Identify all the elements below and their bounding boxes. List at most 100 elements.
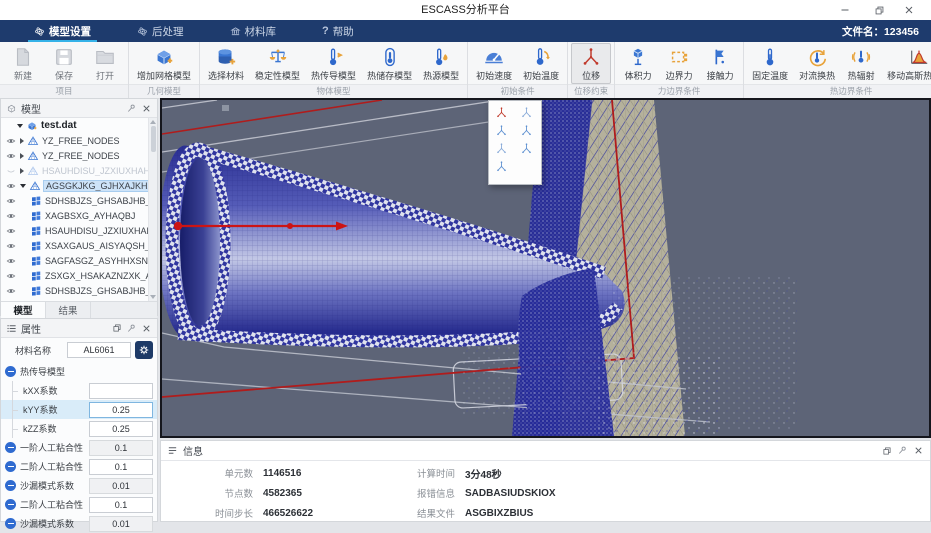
toolbar-button-select-material[interactable]: 选择材料 — [203, 43, 249, 84]
tree-item[interactable]: XSAXGAUS_AISYAQSH_ASHX — [1, 238, 157, 253]
tree-item-selected[interactable]: AGSGKJKG_GJHXAJKHXA — [1, 178, 157, 193]
list-icon — [167, 445, 178, 456]
scale-icon — [267, 46, 289, 68]
axes-red-icon[interactable] — [490, 103, 512, 121]
axes-blue-icon[interactable] — [515, 103, 537, 121]
axes-blue-icon[interactable] — [515, 121, 537, 139]
collapse-arrow-icon[interactable] — [20, 138, 24, 144]
toolbar-group-project: 新建 保存 打开 项目 — [0, 42, 129, 98]
tab-model[interactable]: 模型 — [1, 302, 46, 318]
close-button[interactable] — [895, 0, 923, 20]
tree-item[interactable]: SDHSBJZS_GHSABJHB_ZAHU — [1, 283, 157, 298]
toolbar-button-add-mesh-model[interactable]: 增加网格模型 — [132, 43, 196, 84]
toolbar-button-body-force[interactable]: 体积力 — [618, 43, 658, 84]
expand-arrow-icon[interactable] — [17, 124, 23, 128]
tree-item[interactable]: SDHSBJZS_GHSABJHB_ZAHU — [1, 193, 157, 208]
info-panel: 信息 单元数 1146516 计算时间 3分48秒 节点数 4582365 报错… — [160, 440, 931, 522]
eye-closed-icon[interactable] — [5, 166, 17, 176]
radiation-icon — [850, 46, 872, 68]
tree-scrollbar[interactable] — [148, 118, 157, 301]
atom-icon — [137, 26, 148, 37]
section-heat-conduction[interactable]: 热传导模型 — [1, 362, 157, 381]
eye-icon[interactable] — [5, 136, 17, 146]
toolbar-button-displacement[interactable]: 位移 — [571, 43, 611, 84]
collapse-minus-icon[interactable] — [5, 442, 16, 453]
collapse-minus-icon[interactable] — [5, 366, 16, 377]
eye-icon[interactable] — [5, 271, 17, 281]
toolbar-button-boundary-force[interactable]: 边界力 — [659, 43, 699, 84]
axes-blue-icon[interactable] — [490, 139, 512, 157]
info-panel-header: 信息 — [161, 441, 930, 461]
restore-icon[interactable] — [882, 446, 892, 456]
kzz-field[interactable]: 0.25 — [89, 421, 153, 437]
toolbar-button-thermal-radiation[interactable]: 热辐射 — [841, 43, 881, 84]
material-name-field[interactable]: AL6061 — [67, 342, 131, 358]
toolbar-button-open[interactable]: 打开 — [85, 43, 125, 84]
hourglass-2-field[interactable]: 0.01 — [89, 516, 153, 532]
scroll-down-icon[interactable] — [150, 295, 156, 299]
scrollbar-thumb[interactable] — [151, 126, 156, 152]
kxx-field[interactable] — [89, 383, 153, 399]
viscosity-3-field[interactable]: 0.1 — [89, 497, 153, 513]
pin-icon[interactable] — [126, 103, 137, 114]
toolbar-button-moving-gauss-heat-flux[interactable]: 移动高斯热通量 — [882, 43, 931, 84]
restore-icon[interactable] — [112, 323, 122, 333]
pin-icon[interactable] — [897, 445, 908, 456]
pin-icon[interactable] — [126, 323, 137, 334]
toolbar-button-save[interactable]: 保存 — [44, 43, 84, 84]
menu-post-processing[interactable]: 后处理 — [125, 20, 196, 42]
material-settings-button[interactable] — [135, 341, 153, 359]
tab-results[interactable]: 结果 — [46, 302, 91, 318]
toolbar-button-fixed-temperature[interactable]: 固定温度 — [747, 43, 793, 84]
toolbar-button-heat-conduction-model[interactable]: 热传导模型 — [306, 43, 361, 84]
viscosity-1-field[interactable]: 0.1 — [89, 440, 153, 456]
viscosity-2-field[interactable]: 0.1 — [89, 459, 153, 475]
eye-icon[interactable] — [5, 226, 17, 236]
axes-blue-icon[interactable] — [490, 121, 512, 139]
collapse-minus-icon[interactable] — [5, 480, 16, 491]
toolbar-button-convection[interactable]: 对流换热 — [794, 43, 840, 84]
toolbar-button-initial-velocity[interactable]: 初始速度 — [471, 43, 517, 84]
toolbar-button-stability-model[interactable]: 稳定性模型 — [250, 43, 305, 84]
kyy-field[interactable]: 0.25 — [89, 402, 153, 418]
tree-item[interactable]: ZSXGX_HSAKAZNZXK_AMASX — [1, 268, 157, 283]
eye-icon[interactable] — [5, 181, 17, 191]
menu-material-library[interactable]: 材料库 — [218, 20, 289, 42]
toolbar-button-initial-temperature[interactable]: 初始温度 — [518, 43, 564, 84]
close-icon[interactable] — [141, 103, 152, 114]
tree-item[interactable]: XAGBSXG_AYHAQBJ — [1, 208, 157, 223]
collapse-minus-icon[interactable] — [5, 518, 16, 529]
eye-icon[interactable] — [5, 286, 17, 296]
eye-icon[interactable] — [5, 196, 17, 206]
collapse-minus-icon[interactable] — [5, 461, 16, 472]
collapse-arrow-icon[interactable] — [20, 153, 24, 159]
eye-icon[interactable] — [5, 241, 17, 251]
axes-blue-icon[interactable] — [515, 139, 537, 157]
eye-icon[interactable] — [5, 256, 17, 266]
close-icon[interactable] — [913, 445, 924, 456]
tree-item[interactable]: HSAUHDISU_JZXIUXHAHX — [1, 163, 157, 178]
toolbar-button-heat-storage-model[interactable]: 热储存模型 — [362, 43, 417, 84]
minimize-button[interactable] — [831, 0, 859, 20]
toolbar-button-new[interactable]: 新建 — [3, 43, 43, 84]
menu-model-settings[interactable]: 模型设置 — [22, 20, 103, 42]
scroll-up-icon[interactable] — [150, 120, 156, 124]
tree-root[interactable]: test.dat — [1, 118, 157, 133]
tree-item[interactable]: YZ_FREE_NODES — [1, 133, 157, 148]
collapse-minus-icon[interactable] — [5, 499, 16, 510]
tree-item[interactable]: YZ_FREE_NODES — [1, 148, 157, 163]
eye-icon[interactable] — [5, 151, 17, 161]
maximize-button[interactable] — [865, 0, 893, 20]
tree-item[interactable]: HSAUHDISU_JZXIUXHAHX — [1, 223, 157, 238]
tree-item[interactable]: SAGFASGZ_ASYHHXSN — [1, 253, 157, 268]
axes-blue-icon[interactable] — [490, 157, 512, 175]
collapse-arrow-icon[interactable] — [20, 168, 24, 174]
menu-help[interactable]: ? 帮助 — [310, 20, 366, 42]
viewport-3d[interactable] — [160, 98, 931, 438]
hourglass-1-field[interactable]: 0.01 — [89, 478, 153, 494]
toolbar-button-contact-force[interactable]: 接触力 — [700, 43, 740, 84]
toolbar-button-heat-source-model[interactable]: 热源模型 — [418, 43, 464, 84]
expand-arrow-icon[interactable] — [20, 184, 26, 188]
close-icon[interactable] — [141, 323, 152, 334]
eye-icon[interactable] — [5, 211, 17, 221]
